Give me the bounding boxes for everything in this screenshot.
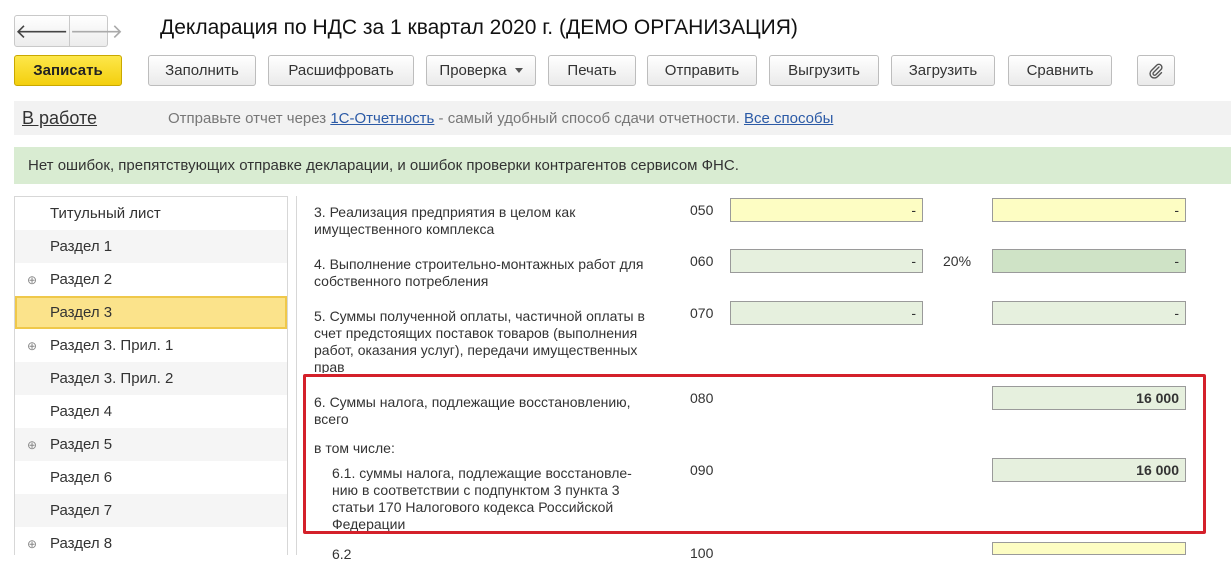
panel-splitter[interactable] (296, 196, 297, 555)
row-060-label: 4. Выполнение строительно-монтажных рабо… (314, 256, 644, 289)
sidebar-item-label: Раздел 5 (50, 436, 113, 453)
sidebar-item-label: Раздел 7 (50, 502, 113, 519)
forward-arrow-icon[interactable]: 🡒 (68, 16, 123, 46)
sidebar-item-label: Раздел 3. Прил. 2 (50, 370, 174, 387)
save-button[interactable]: Записать (14, 55, 122, 86)
row-060-code: 060 (690, 253, 714, 269)
compare-button[interactable]: Сравнить (1008, 55, 1112, 86)
row-060-base-field[interactable]: - (730, 249, 923, 273)
sidebar-item-section-2[interactable]: ⊕ Раздел 2 (15, 263, 287, 296)
sections-sidebar: Титульный лист Раздел 1 ⊕ Раздел 2 Раздел… (14, 196, 288, 555)
row-050-code: 050 (690, 202, 714, 218)
expand-icon[interactable]: ⊕ (27, 273, 37, 287)
sidebar-item-section-1[interactable]: Раздел 1 (15, 230, 287, 263)
print-button[interactable]: Печать (548, 55, 636, 86)
sidebar-item-section-6[interactable]: Раздел 6 (15, 461, 287, 494)
sidebar-item-section-3-app-2[interactable]: Раздел 3. Прил. 2 (15, 362, 287, 395)
status-label[interactable]: В работе (22, 108, 97, 129)
send-note-middle: - самый удобный способ сдачи отчетности. (434, 110, 744, 127)
paperclip-icon (1149, 63, 1163, 79)
expand-icon[interactable]: ⊕ (27, 438, 37, 452)
row-060-tax-field[interactable]: - (992, 249, 1186, 273)
attach-button[interactable] (1137, 55, 1175, 86)
row-070-code: 070 (690, 305, 714, 321)
send-note-prefix: Отправьте отчет через (168, 110, 331, 127)
sidebar-item-label: Титульный лист (50, 205, 161, 222)
back-arrow-icon[interactable]: 🡐 (15, 16, 69, 46)
decode-button[interactable]: Расшифровать (268, 55, 414, 86)
row-060-rate: 20% (943, 253, 972, 269)
sidebar-item-section-7[interactable]: Раздел 7 (15, 494, 287, 527)
sidebar-item-label: Раздел 3 (50, 304, 113, 321)
sidebar-item-label: Раздел 8 (50, 535, 113, 552)
all-methods-link[interactable]: Все способы (744, 110, 833, 127)
page-title: Декларация по НДС за 1 квартал 2020 г. (… (160, 16, 798, 39)
row-050-tax-field[interactable]: - (992, 198, 1186, 222)
sidebar-item-title-page[interactable]: Титульный лист (15, 197, 287, 230)
sidebar-item-section-5[interactable]: ⊕ Раздел 5 (15, 428, 287, 461)
chevron-down-icon (514, 68, 523, 73)
row-050-base-field[interactable]: - (730, 198, 923, 222)
sidebar-item-label: Раздел 3. Прил. 1 (50, 337, 174, 354)
import-button[interactable]: Загрузить (891, 55, 995, 86)
expand-icon[interactable]: ⊕ (27, 537, 37, 551)
sidebar-item-label: Раздел 4 (50, 403, 113, 420)
row-100-code: 100 (690, 545, 714, 561)
check-button-label: Проверка (439, 62, 507, 79)
sidebar-item-section-8[interactable]: ⊕ Раздел 8 (15, 527, 287, 555)
fill-button[interactable]: Заполнить (148, 55, 256, 86)
sidebar-item-label: Раздел 6 (50, 469, 113, 486)
1c-reporting-link[interactable]: 1С-Отчетность (330, 110, 434, 127)
expand-icon[interactable]: ⊕ (27, 339, 37, 353)
send-note: Отправьте отчет через 1С-Отчетность - са… (168, 110, 833, 127)
export-button[interactable]: Выгрузить (769, 55, 879, 86)
sidebar-item-section-3[interactable]: Раздел 3 (15, 296, 287, 329)
highlight-frame (303, 374, 1206, 534)
sidebar-item-section-3-app-1[interactable]: ⊕ Раздел 3. Прил. 1 (15, 329, 287, 362)
validation-message: Нет ошибок, препятствующих отправке декл… (28, 157, 739, 174)
row-070-base-field[interactable]: - (730, 301, 923, 325)
send-button[interactable]: Отправить (647, 55, 757, 86)
check-dropdown-button[interactable]: Проверка (426, 55, 536, 86)
row-070-label: 5. Суммы полученной оплаты, частичной оп… (314, 308, 645, 373)
row-100-tax-field[interactable] (992, 542, 1186, 555)
sidebar-item-section-4[interactable]: Раздел 4 (15, 395, 287, 428)
navigation-arrows: 🡐 🡒 (14, 15, 123, 47)
sidebar-item-label: Раздел 2 (50, 271, 113, 288)
sidebar-item-label: Раздел 1 (50, 238, 113, 255)
row-050-label: 3. Реализация предприятия в целом как им… (314, 204, 576, 237)
row-070-tax-field[interactable]: - (992, 301, 1186, 325)
